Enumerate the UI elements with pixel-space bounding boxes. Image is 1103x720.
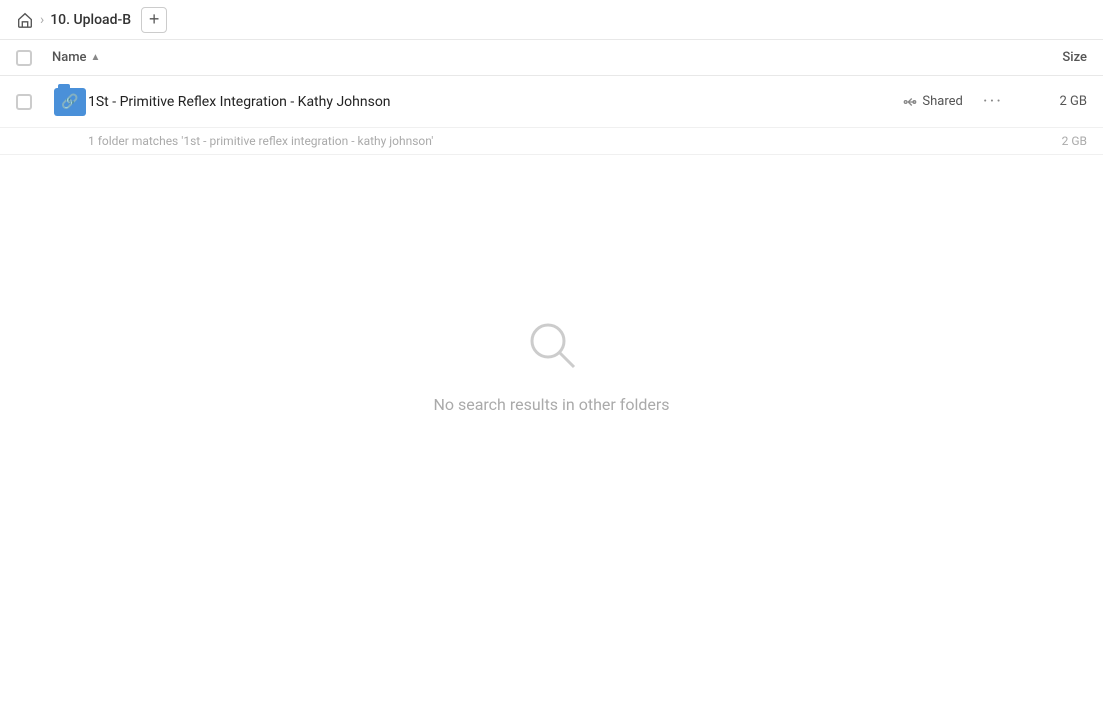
breadcrumb-current: 10. Upload-B [50,12,131,28]
file-row[interactable]: 🔗 1St - Primitive Reflex Integration - K… [0,76,1103,128]
file-name: 1St - Primitive Reflex Integration - Kat… [88,94,903,110]
select-all-checkbox-container[interactable] [16,50,52,66]
row-checkbox-container[interactable] [16,94,52,110]
match-hint-row: 1 folder matches '1st - primitive reflex… [0,128,1103,155]
empty-state: No search results in other folders [0,315,1103,414]
size-column-header: Size [1007,50,1087,65]
breadcrumb-separator: › [40,12,44,28]
shared-link-icon [903,95,917,109]
home-button[interactable] [16,11,34,29]
table-header: Name ▲ Size [0,40,1103,76]
folder-icon: 🔗 [52,88,88,116]
name-column-header[interactable]: Name ▲ [52,50,1007,65]
select-all-checkbox[interactable] [16,50,32,66]
more-menu-button[interactable]: ··· [979,87,1007,116]
shared-label: Shared [922,94,962,109]
empty-state-message: No search results in other folders [433,395,669,414]
folder-icon-box: 🔗 [54,88,86,116]
add-button[interactable]: + [141,7,167,33]
match-hint-text: 1 folder matches '1st - primitive reflex… [88,134,433,148]
file-size: 2 GB [1007,94,1087,109]
file-actions: Shared ··· [903,87,1007,116]
shared-badge: Shared [903,94,962,109]
breadcrumb-bar: › 10. Upload-B + [0,0,1103,40]
empty-search-icon [522,315,582,379]
row-checkbox[interactable] [16,94,32,110]
sort-arrow-icon: ▲ [91,52,101,63]
match-hint-size: 2 GB [1062,134,1087,148]
link-icon: 🔗 [61,94,78,110]
